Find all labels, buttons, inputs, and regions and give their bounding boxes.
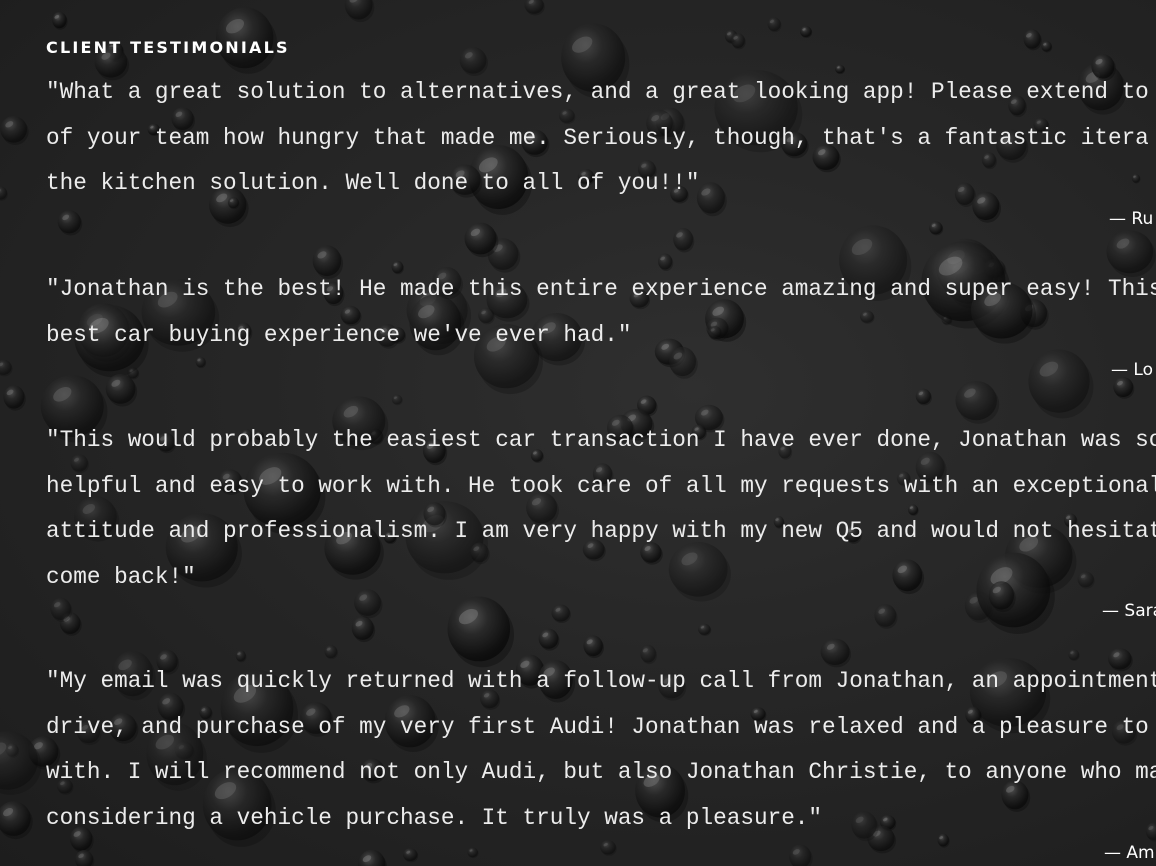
water-droplet: [0, 801, 33, 840]
testimonial-quote: "What a great solution to alternatives, …: [46, 70, 1156, 207]
water-droplet: [50, 597, 73, 623]
water-droplet: [57, 210, 83, 236]
quote-line: "This would probably the easiest car tra…: [46, 427, 1156, 453]
testimonial: "Jonathan is the best! He made this enti…: [46, 267, 1156, 380]
quote-line: best car buying experience we've ever ha…: [46, 321, 632, 348]
water-droplet: [551, 604, 571, 623]
water-droplet: [789, 844, 813, 866]
water-droplet: [3, 385, 26, 411]
quote-line: of your team how hungry that made me. Se…: [46, 124, 1149, 151]
water-droplet: [600, 840, 617, 856]
water-droplet: [324, 645, 338, 660]
testimonial-author: — Am: [1104, 843, 1155, 863]
quote-line: attitude and professionalism. I am very …: [46, 518, 1156, 544]
water-droplet: [524, 0, 545, 16]
water-droplet: [1028, 349, 1094, 419]
quote-line: considering a vehicle purchase. It truly…: [46, 804, 823, 831]
water-droplet: [698, 623, 712, 636]
water-droplet: [75, 850, 95, 866]
water-droplet: [800, 26, 813, 38]
testimonial-quote: "This would probably the easiest car tra…: [46, 418, 1156, 600]
quote-line: with. I will recommend not only Audi, bu…: [46, 759, 1156, 785]
quote-line: "What a great solution to alternatives, …: [46, 79, 1149, 105]
quote-line: come back!": [46, 563, 196, 590]
water-droplet: [583, 635, 604, 659]
testimonial: "What a great solution to alternatives, …: [46, 70, 1156, 229]
water-droplet: [464, 222, 499, 258]
water-droplet: [467, 847, 479, 859]
water-droplet: [447, 596, 514, 668]
quote-line: "My email was quickly returned with a fo…: [46, 668, 1156, 694]
water-droplet: [344, 0, 375, 23]
water-droplet: [391, 394, 403, 406]
testimonial: "My email was quickly returned with a fo…: [46, 659, 1156, 863]
water-droplet: [195, 356, 207, 369]
water-droplet: [1041, 41, 1053, 53]
water-droplet: [403, 848, 419, 863]
water-droplet: [351, 616, 376, 643]
water-droplet: [1023, 29, 1042, 51]
water-droplet: [1113, 377, 1135, 399]
water-droplet: [673, 227, 695, 253]
quote-line: helpful and easy to work with. He took c…: [46, 472, 1156, 499]
testimonial-author: — Ru: [1109, 209, 1154, 229]
water-droplet: [874, 604, 898, 629]
water-droplet: [538, 628, 560, 651]
water-droplet: [0, 186, 8, 201]
water-droplet: [358, 849, 387, 866]
water-droplet: [767, 17, 782, 33]
testimonial-quote: "Jonathan is the best! He made this enti…: [46, 267, 1156, 358]
quote-line: "Jonathan is the best! He made this enti…: [46, 276, 1156, 302]
quote-line: drive, and purchase of my very first Aud…: [46, 713, 1149, 740]
water-droplet: [929, 221, 944, 236]
testimonial: "This would probably the easiest car tra…: [46, 418, 1156, 621]
water-droplet: [0, 359, 13, 377]
water-droplet: [0, 116, 29, 145]
testimonial-author: — Lo: [1111, 360, 1153, 380]
testimonial-quote: "My email was quickly returned with a fo…: [46, 659, 1156, 841]
testimonial-author: — Sara: [1102, 601, 1156, 621]
quote-line: the kitchen solution. Well done to all o…: [46, 170, 700, 196]
section-heading: CLIENT TESTIMONIALS: [46, 38, 290, 57]
water-droplet: [52, 11, 68, 30]
water-droplet: [731, 33, 746, 50]
water-droplet: [915, 388, 932, 406]
